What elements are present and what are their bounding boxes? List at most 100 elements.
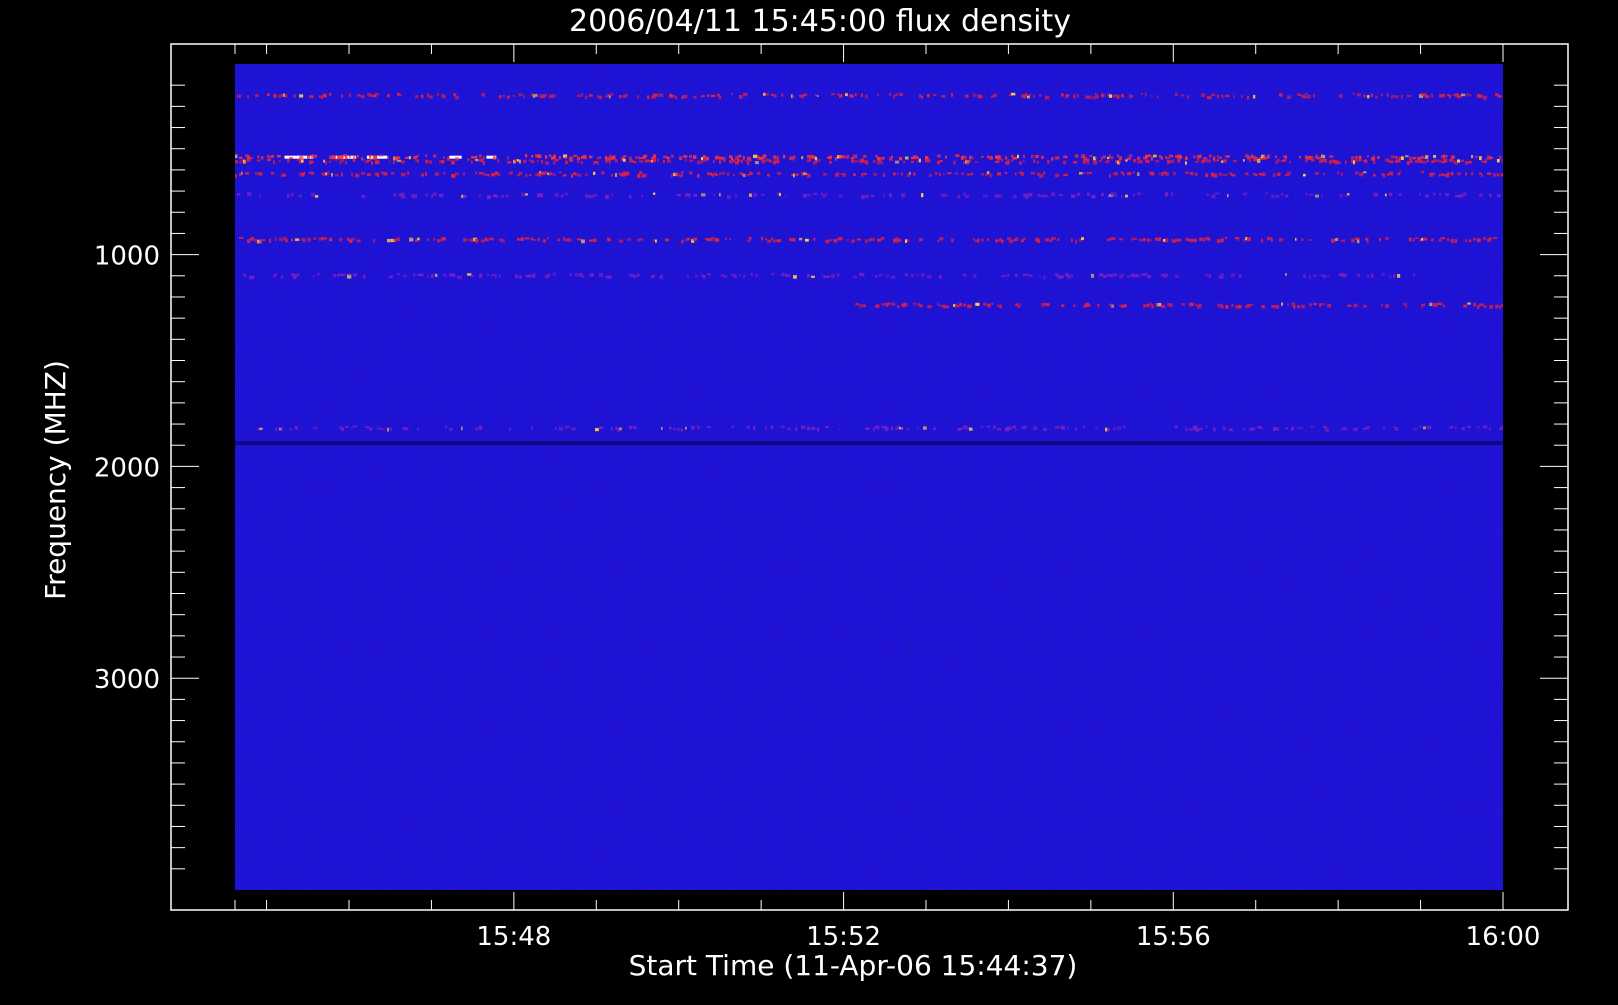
rfi-pixel [913,172,916,176]
rfi-pixel [589,155,593,159]
rfi-pixel [1483,160,1488,163]
rfi-pixel [1301,304,1305,309]
rfi-pixel [479,273,483,278]
rfi-pixel [429,160,433,164]
rfi-pixel [945,194,948,197]
rfi-pixel [873,427,876,432]
rfi-pixel [685,158,687,162]
rfi-pixel [1019,303,1022,306]
rfi-pixel [1189,302,1194,307]
rfi-pixel [959,302,962,307]
rfi-pixel [713,159,715,164]
rfi-pixel [839,236,843,241]
rfi-pixel [1389,160,1394,164]
rfi-pixel [781,272,785,277]
rfi-pixel [361,95,365,99]
rfi-pixel [577,94,581,98]
rfi-pixel [1437,159,1442,163]
rfi-pixel [1119,237,1123,241]
rfi-pixel [303,238,306,243]
rfi-pixel [1145,92,1147,97]
rfi-pixel [1353,303,1358,308]
rfi-pixel [1203,159,1208,162]
rfi-pixel [855,159,859,163]
rfi-pixel [813,160,817,165]
rfi-pixel [1179,158,1181,163]
rfi-pixel [1395,427,1399,431]
rfi-pixel [513,94,515,97]
rfi-pixel [1007,273,1010,277]
rfi-pixel [883,173,885,177]
rfi-pixel [1087,192,1090,197]
rfi-pixel [563,174,567,177]
rfi-pixel [1095,156,1097,159]
rfi-pixel [283,93,285,97]
rfi-pixel [421,173,425,177]
rfi-pixel [463,238,468,242]
rfi-pixel [1039,94,1042,97]
rfi-pixel [1483,305,1487,308]
rfi-pixel [825,192,828,196]
rfi-pixel [961,172,965,175]
rfi-pixel [653,192,656,195]
rfi-pixel [389,427,393,431]
rfi-pixel [435,273,438,277]
rfi-pixel [971,172,974,176]
rfi-pixel [657,158,659,162]
rfi-pixel [1147,303,1150,308]
rfi-pixel [285,94,288,98]
rfi-pixel [1029,274,1033,278]
rfi-pixel [1483,95,1487,100]
rfi-pixel [727,172,730,176]
rfi-pixel [1443,158,1448,163]
rfi-pixel [1499,95,1502,98]
rfi-pixel [1287,95,1291,100]
rfi-pixel [467,273,472,276]
rfi-pixel [1171,192,1173,197]
rfi-pixel [939,172,941,176]
rfi-pixel [1341,239,1346,242]
rfi-pixel [1345,160,1347,164]
rfi-pixel [1139,160,1143,164]
rfi-pixel [319,95,321,99]
rfi-pixel [853,275,858,278]
rfi-pixel [409,237,414,242]
rfi-pixel [1253,158,1257,162]
rfi-pixel [597,157,599,160]
rfi-pixel [795,427,798,431]
rfi-pixel [1039,173,1044,178]
rfi-pixel [695,274,699,278]
rfi-pixel [1067,275,1071,279]
rfi-pixel [531,426,533,430]
rfi-pixel [1391,173,1394,176]
rfi-pixel [1465,172,1467,176]
rfi-pixel [999,155,1002,160]
rfi-pixel [1061,275,1065,278]
rfi-pixel [1275,305,1280,309]
rfi-pixel [789,156,794,161]
rfi-pixel [823,275,827,279]
rfi-pixel [1005,156,1008,160]
rfi-pixel [1245,192,1248,195]
rfi-pixel [675,173,679,176]
rfi-pixel [543,239,546,243]
rfi-pixel [1175,274,1180,278]
rfi-pixel [1351,155,1355,159]
rfi-pixel [739,172,742,175]
rfi-pixel [1185,171,1189,174]
rfi-pixel [1311,158,1315,162]
rfi-pixel [1337,171,1340,175]
rfi-pixel [793,95,795,99]
rfi-pixel [1403,303,1407,306]
rfi-pixel [261,238,266,242]
rfi-pixel [575,272,579,277]
rfi-pixel [1327,275,1330,278]
rfi-pixel [315,154,317,158]
rfi-pixel [479,425,483,430]
rfi-pixel [559,171,562,174]
rfi-pixel [1115,172,1118,176]
rfi-pixel [1293,305,1296,309]
rfi-pixel [953,160,956,165]
rfi-pixel [403,427,408,431]
rfi-pixel [1451,238,1455,243]
